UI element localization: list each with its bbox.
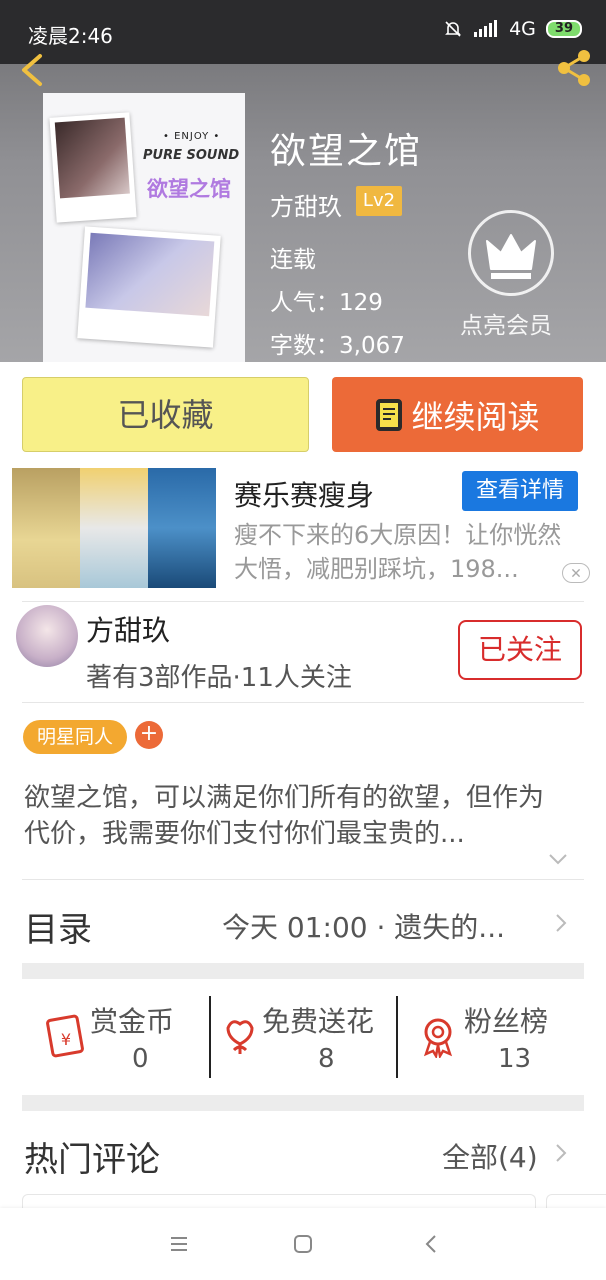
chevron-right-icon[interactable] — [554, 1142, 568, 1164]
stat-value: 0 — [132, 1044, 149, 1074]
continue-reading-button[interactable]: 继续阅读 — [332, 377, 583, 452]
vertical-divider — [396, 996, 398, 1078]
mute-bell-icon — [445, 21, 462, 37]
add-tag-button[interactable]: + — [135, 721, 163, 749]
toc-latest-chapter[interactable]: 今天 01:00 · 遗失的... — [222, 906, 522, 946]
crown-icon — [486, 234, 536, 279]
stat-value: 8 — [318, 1044, 335, 1074]
all-comments-link[interactable]: 全部(4) — [442, 1136, 538, 1176]
status-bar: 凌晨2:46 4G 39 — [0, 0, 606, 64]
menu-icon[interactable] — [165, 1230, 193, 1258]
battery-indicator: 39 — [545, 20, 582, 38]
book-title: 欲望之馆 — [270, 131, 423, 172]
chevron-right-icon[interactable] — [554, 912, 568, 934]
share-icon[interactable] — [552, 46, 596, 90]
stat-label: 粉丝榜 — [464, 1005, 549, 1038]
hot-comments-title: 热门评论 — [24, 1140, 160, 1180]
divider — [22, 702, 584, 703]
back-icon[interactable] — [417, 1230, 445, 1258]
section-separator — [22, 963, 584, 979]
author-level-badge: Lv2 — [356, 186, 402, 216]
book-popularity: 人气：129 — [270, 290, 383, 316]
ad-title[interactable]: 赛乐赛瘦身 — [234, 474, 374, 514]
stat-label: 免费送花 — [262, 1005, 375, 1038]
ad-details-button[interactable]: 查看详情 — [462, 471, 578, 511]
svg-text:¥: ¥ — [61, 1030, 71, 1049]
toc-label[interactable]: 目录 — [24, 902, 92, 951]
back-arrow-icon[interactable] — [12, 50, 52, 90]
favorited-button[interactable]: 已收藏 — [22, 377, 309, 452]
ad-description[interactable]: 瘦不下来的6大原因！让你恍然大悟，减肥别踩坑，198... — [234, 518, 584, 586]
stat-label: 赏金币 — [90, 1005, 175, 1038]
genre-tag[interactable]: 明星同人 — [23, 720, 127, 754]
chevron-down-icon[interactable] — [548, 852, 568, 866]
cover-photo-1 — [49, 112, 137, 223]
signal-icon — [474, 20, 498, 37]
ad-close-icon[interactable] — [562, 563, 590, 583]
cover-enjoy-text: • ENJOY • — [163, 131, 221, 142]
follow-button[interactable]: 已关注 — [458, 620, 582, 680]
author-avatar[interactable] — [16, 605, 78, 667]
author-card-meta: 著有3部作品·11人关注 — [86, 663, 352, 693]
ad-image[interactable] — [12, 468, 216, 588]
book-author[interactable]: 方甜玖 — [270, 187, 342, 222]
home-icon[interactable] — [289, 1230, 317, 1258]
book-status: 连载 — [270, 247, 316, 273]
red-envelope-icon: ¥ — [46, 1014, 84, 1058]
author-card-name[interactable]: 方甜玖 — [86, 609, 170, 649]
vip-label[interactable]: 点亮会员 — [460, 306, 552, 340]
stat-reward-coins[interactable]: ¥ 赏金币 0 — [40, 996, 210, 1078]
cover-title-text: 欲望之馆 — [147, 177, 231, 201]
medal-icon — [423, 1018, 453, 1058]
stat-free-flowers[interactable]: 免费送花 8 — [214, 996, 396, 1078]
stat-value: 13 — [498, 1044, 532, 1074]
status-icons: 4G 39 — [443, 18, 582, 40]
section-separator — [22, 1095, 584, 1111]
network-type: 4G — [509, 18, 536, 40]
continue-reading-label: 继续阅读 — [411, 397, 540, 436]
divider — [22, 879, 584, 880]
stat-fan-ranking[interactable]: 粉丝榜 13 — [410, 996, 584, 1078]
vip-button[interactable] — [468, 210, 554, 296]
book-cover[interactable]: • ENJOY • PURE SOUND 欲望之馆 — [43, 93, 245, 362]
status-time: 凌晨2:46 — [28, 24, 113, 48]
cover-pure-sound-text: PURE SOUND — [143, 148, 240, 163]
flower-icon — [226, 1020, 254, 1054]
divider — [22, 601, 584, 602]
vertical-divider — [209, 996, 211, 1078]
book-word-count: 字数：3,067 — [270, 333, 405, 359]
cover-photo-2 — [77, 226, 221, 348]
book-synopsis[interactable]: 欲望之馆，可以满足你们所有的欲望，但作为代价，我需要你们支付你们最宝贵的... — [24, 780, 568, 852]
system-nav-bar — [0, 1208, 606, 1280]
book-icon — [376, 398, 403, 431]
